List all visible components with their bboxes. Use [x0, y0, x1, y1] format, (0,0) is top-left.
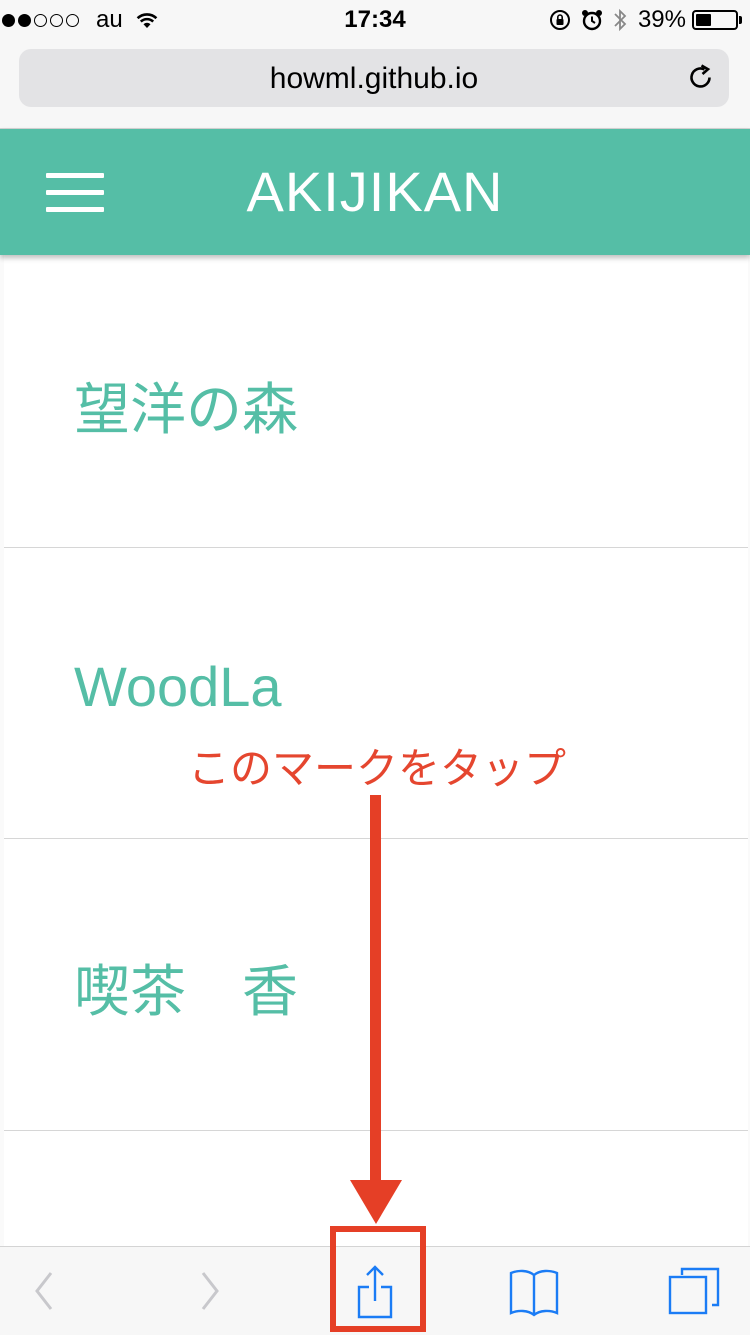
status-right: 39% [540, 6, 742, 34]
reload-icon[interactable] [687, 64, 715, 92]
tabs-button[interactable] [664, 1261, 724, 1321]
battery-cap [739, 16, 742, 24]
alarm-icon [581, 10, 602, 31]
forward-button[interactable] [180, 1261, 240, 1321]
address-bar[interactable]: howml.github.io [19, 49, 729, 107]
back-button[interactable] [14, 1261, 74, 1321]
battery-percent: 39% [637, 6, 686, 33]
back-icon [35, 1272, 53, 1310]
share-highlight-box [330, 1226, 426, 1332]
annotation-arrow-head [350, 1180, 402, 1224]
tabs-icon [668, 1267, 720, 1315]
battery-icon [692, 10, 738, 30]
list-item-title: 喫茶 香 [74, 960, 298, 1023]
bookmarks-button[interactable] [504, 1261, 564, 1321]
rotation-lock-icon [549, 10, 570, 30]
app-title: AKIJIKAN [246, 160, 504, 223]
bluetooth-icon [614, 8, 627, 32]
list-item[interactable]: 望洋の森 [4, 255, 748, 548]
app-header: AKIJIKAN [0, 129, 750, 255]
battery-fill [696, 14, 711, 26]
annotation-arrow [370, 795, 381, 1185]
browser-address-area: howml.github.io [0, 40, 750, 129]
forward-icon [201, 1272, 219, 1310]
list-item-title: WoodLa [74, 655, 282, 718]
status-bar: au 17:34 39% [0, 0, 750, 40]
bookmarks-icon [509, 1269, 559, 1317]
url-text: howml.github.io [269, 62, 479, 95]
annotation-text: このマークをタップ [188, 744, 567, 793]
list-item-title: 望洋の森 [74, 378, 298, 441]
